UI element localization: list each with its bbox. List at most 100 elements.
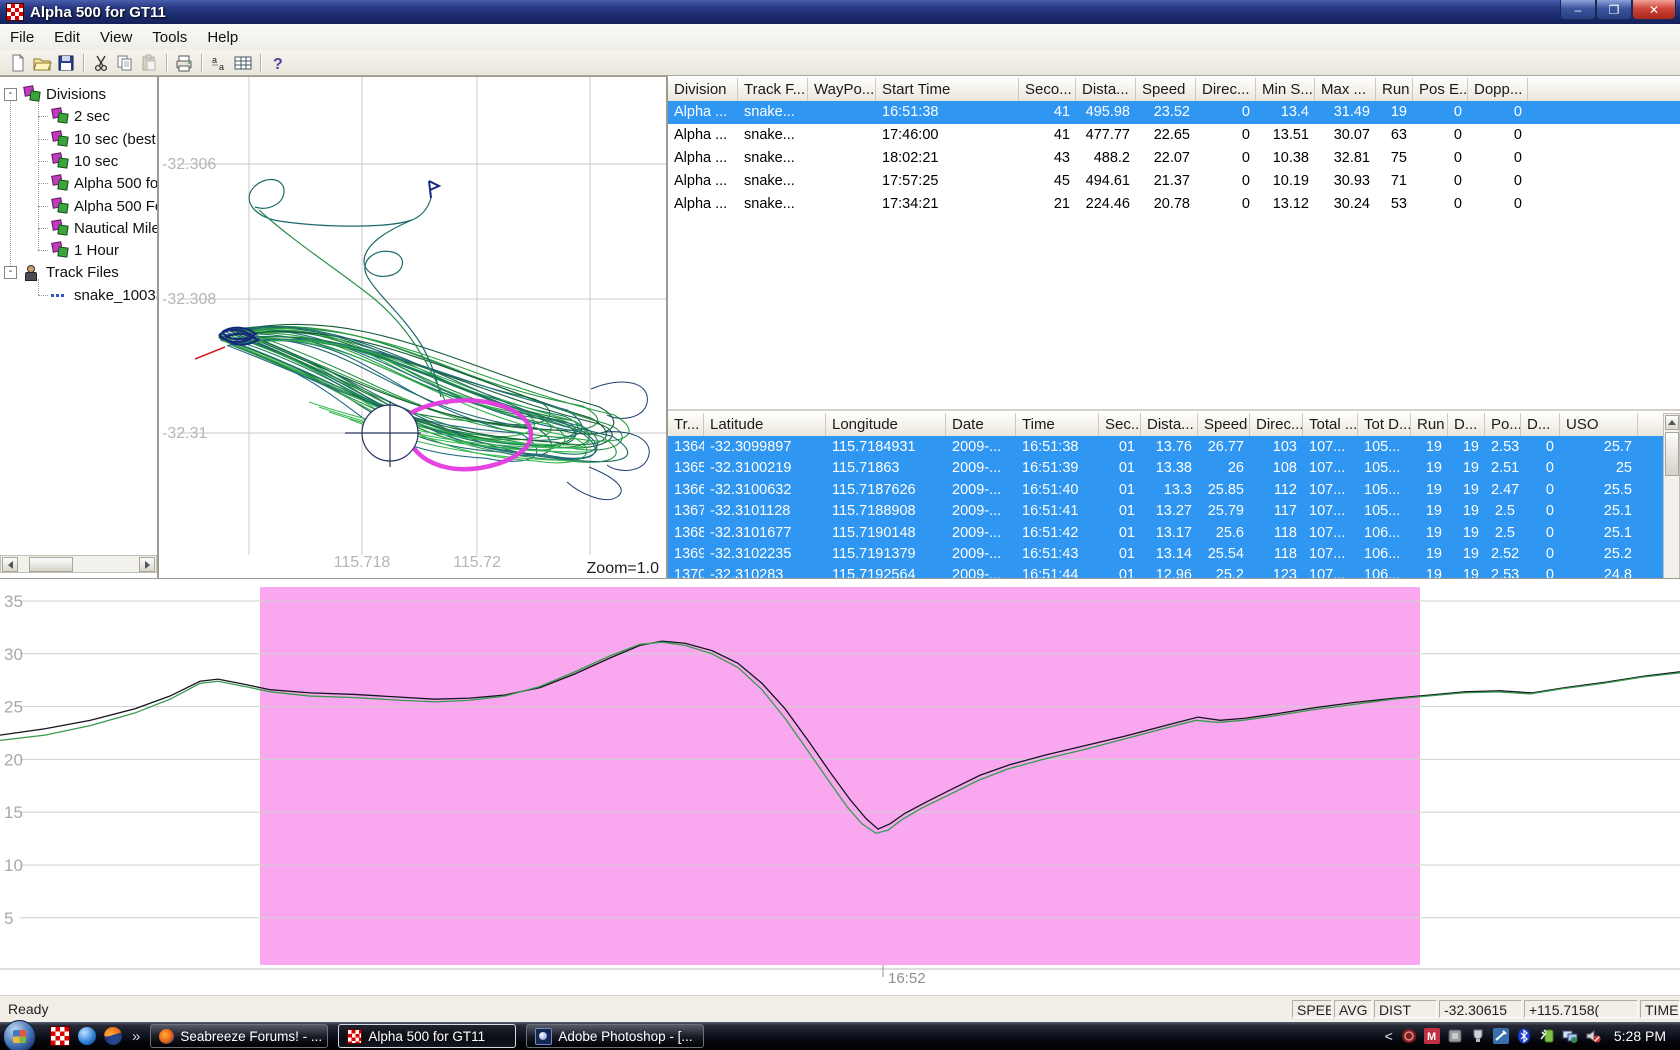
- table-row[interactable]: Alpha ...snake...18:02:2143488.222.07010…: [668, 147, 1680, 170]
- table-row[interactable]: Alpha ...snake...17:57:2545494.6121.3701…: [668, 170, 1680, 193]
- column-header-10[interactable]: Run: [1376, 78, 1413, 101]
- column-header-2[interactable]: Longitude: [826, 413, 946, 436]
- tray-expand-chevron[interactable]: <: [1385, 1028, 1393, 1044]
- table-row[interactable]: Alpha ...snake...16:51:3841495.9823.5201…: [668, 101, 1680, 124]
- table-row[interactable]: 1364-32.3099897115.71849312009-...16:51:…: [668, 436, 1680, 457]
- quicklaunch-overflow-chevron[interactable]: »: [132, 1028, 140, 1045]
- print-icon[interactable]: [172, 52, 196, 74]
- tree-item-divisions[interactable]: -Divisions: [0, 83, 157, 105]
- column-header-14[interactable]: D...: [1521, 413, 1560, 436]
- tree-item-10-sec[interactable]: 10 sec: [0, 150, 157, 172]
- table-row[interactable]: 1368-32.3101677115.71901482009-...16:51:…: [668, 522, 1680, 543]
- gray-device-icon[interactable]: [1447, 1028, 1463, 1044]
- table-row[interactable]: 1365-32.3100219115.718632009-...16:51:39…: [668, 457, 1680, 478]
- close-button[interactable]: ✕: [1632, 0, 1676, 20]
- power-plug-icon[interactable]: [1539, 1028, 1555, 1044]
- scroll-thumb[interactable]: [1665, 432, 1679, 476]
- blue-wrench-icon[interactable]: [1493, 1028, 1509, 1044]
- new-icon[interactable]: [6, 52, 30, 74]
- table-row[interactable]: 1366-32.3100632115.71876262009-...16:51:…: [668, 479, 1680, 500]
- scroll-left-arrow[interactable]: [2, 557, 18, 572]
- menu-item-help[interactable]: Help: [197, 26, 248, 49]
- selected-run-region[interactable]: [260, 587, 1420, 965]
- save-icon[interactable]: [54, 52, 78, 74]
- table-splitter[interactable]: [668, 409, 1680, 411]
- grid-icon[interactable]: [231, 52, 255, 74]
- column-header-4[interactable]: Time: [1016, 413, 1099, 436]
- column-header-8[interactable]: Direc...: [1250, 413, 1303, 436]
- tree-hscrollbar[interactable]: [0, 555, 157, 573]
- column-header-7[interactable]: Speed: [1198, 413, 1250, 436]
- quicklaunch-checkered-flag-icon[interactable]: [50, 1026, 70, 1046]
- tree-item-nautical-mile[interactable]: Nautical Mile: [0, 217, 157, 239]
- speaker-muted-icon[interactable]: [1585, 1028, 1601, 1044]
- column-header-2[interactable]: WayPo...: [808, 78, 876, 101]
- table-row[interactable]: 1369-32.3102235115.71913792009-...16:51:…: [668, 543, 1680, 564]
- speed-time-chart[interactable]: 353025201510516:52: [0, 579, 1680, 995]
- table-row[interactable]: Alpha ...snake...17:34:2121224.4620.7801…: [668, 193, 1680, 216]
- column-header-13[interactable]: Po...: [1485, 413, 1521, 436]
- taskbar-button-1[interactable]: Seabreeze Forums! - ...: [150, 1024, 328, 1048]
- tree-item-track-files[interactable]: -Track Files: [0, 261, 157, 283]
- tree-expand-box[interactable]: -: [4, 88, 17, 101]
- column-header-7[interactable]: Direc...: [1196, 78, 1256, 101]
- quicklaunch-google-earth-icon[interactable]: [78, 1027, 96, 1045]
- help-icon[interactable]: ?: [266, 52, 290, 74]
- column-header-10[interactable]: Tot D...: [1358, 413, 1411, 436]
- copy-icon[interactable]: [113, 52, 137, 74]
- column-header-3[interactable]: Date: [946, 413, 1016, 436]
- column-header-5[interactable]: Sec...: [1099, 413, 1141, 436]
- column-header-6[interactable]: Dista...: [1141, 413, 1198, 436]
- column-header-12[interactable]: D...: [1448, 413, 1485, 436]
- column-header-15[interactable]: USO: [1560, 413, 1638, 436]
- gps-track-map[interactable]: -32.306 -32.308 -32.31 115.718 115.72: [159, 77, 666, 578]
- tree-item-1-hour[interactable]: 1 Hour: [0, 239, 157, 261]
- taskbar-button-2[interactable]: Alpha 500 for GT11: [338, 1024, 516, 1048]
- tree-item-alpha-500-fc[interactable]: Alpha 500 Fc: [0, 195, 157, 217]
- tree-item-2-sec[interactable]: 2 sec: [0, 105, 157, 127]
- table-row[interactable]: Alpha ...snake...17:46:0041477.7722.6501…: [668, 124, 1680, 147]
- tree-item-10-sec-best-c[interactable]: 10 sec (best c: [0, 128, 157, 150]
- column-header-0[interactable]: Tr...: [668, 413, 704, 436]
- column-header-8[interactable]: Min S...: [1256, 78, 1315, 101]
- column-header-4[interactable]: Seco...: [1019, 78, 1076, 101]
- column-header-5[interactable]: Dista...: [1076, 78, 1136, 101]
- track-map-panel[interactable]: -32.306 -32.308 -32.31 115.718 115.72: [159, 77, 666, 578]
- restore-button[interactable]: ❐: [1596, 0, 1632, 20]
- column-header-11[interactable]: Pos E...: [1413, 78, 1468, 101]
- tree-expand-box[interactable]: -: [4, 266, 17, 279]
- menu-item-file[interactable]: File: [0, 26, 44, 49]
- column-header-3[interactable]: Start Time: [876, 78, 1019, 101]
- minimize-button[interactable]: –: [1560, 0, 1596, 20]
- column-header-6[interactable]: Speed: [1136, 78, 1196, 101]
- mcafee-m-icon[interactable]: M: [1424, 1028, 1440, 1044]
- tree-item-snake-10033[interactable]: snake_10033: [0, 284, 157, 306]
- tree-item-alpha-500-fo[interactable]: Alpha 500 fo: [0, 172, 157, 194]
- column-header-12[interactable]: Dopp...: [1468, 78, 1528, 101]
- labels-icon[interactable]: aa: [207, 52, 231, 74]
- table-row[interactable]: 1367-32.3101128115.71889082009-...16:51:…: [668, 500, 1680, 521]
- silver-cup-icon[interactable]: [1470, 1028, 1486, 1044]
- paste-icon[interactable]: [137, 52, 161, 74]
- taskbar-button-3[interactable]: Adobe Photoshop - [...: [526, 1024, 704, 1048]
- cut-icon[interactable]: [89, 52, 113, 74]
- title-bar[interactable]: Alpha 500 for GT11 – ❐ ✕: [0, 0, 1680, 24]
- bluetooth-icon[interactable]: [1516, 1028, 1532, 1044]
- column-header-9[interactable]: Max ...: [1315, 78, 1376, 101]
- red-badge-icon[interactable]: [1401, 1028, 1417, 1044]
- column-header-0[interactable]: Division: [668, 78, 738, 101]
- menu-item-edit[interactable]: Edit: [44, 26, 90, 49]
- network-monitors-icon[interactable]: [1562, 1028, 1578, 1044]
- scroll-right-arrow[interactable]: [139, 557, 155, 572]
- start-button[interactable]: [3, 1020, 36, 1050]
- menu-item-tools[interactable]: Tools: [142, 26, 197, 49]
- quicklaunch-firefox-icon[interactable]: [104, 1027, 122, 1045]
- column-header-1[interactable]: Track F...: [738, 78, 808, 101]
- scroll-thumb[interactable]: [29, 557, 73, 572]
- column-header-9[interactable]: Total ...: [1303, 413, 1358, 436]
- column-header-11[interactable]: Run: [1411, 413, 1448, 436]
- scroll-up-arrow[interactable]: [1665, 415, 1679, 430]
- menu-item-view[interactable]: View: [90, 26, 142, 49]
- speed-chart-panel[interactable]: 353025201510516:52: [0, 578, 1680, 996]
- column-header-1[interactable]: Latitude: [704, 413, 826, 436]
